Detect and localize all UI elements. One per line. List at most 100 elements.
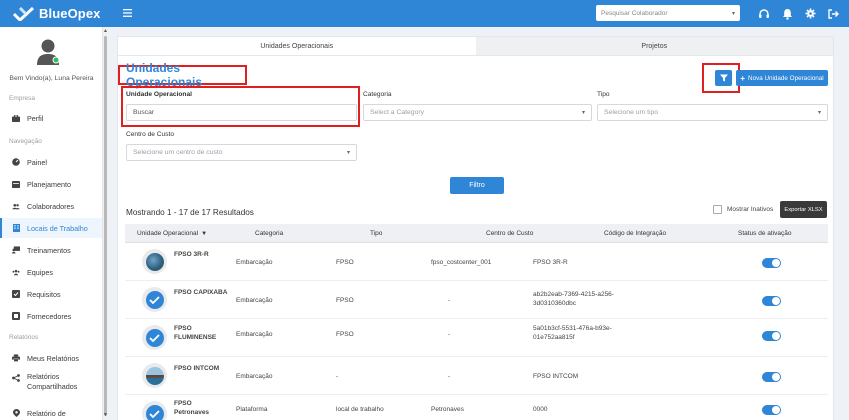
unit-codigo: 0000: [533, 406, 548, 413]
brand[interactable]: BlueOpex: [13, 6, 123, 21]
unit-name-line2: Petronaves: [174, 409, 210, 416]
sidebar-item-meus-relatorios[interactable]: Meus Relatórios: [0, 348, 102, 368]
chevron-down-icon: ▾: [731, 10, 735, 17]
building-icon: [12, 224, 20, 232]
table-row[interactable]: FPSO FLUMINENSE Embarcação FPSO - 5a01b3…: [125, 319, 828, 357]
unit-centro: fpso_costcenter_001: [431, 259, 492, 266]
table-row[interactable]: FPSO CAPIXABA Embarcação FPSO - ab2b2eab…: [125, 281, 828, 319]
team-icon: [12, 268, 20, 276]
search-placeholder: Pesquisar Colaborador: [601, 9, 668, 17]
support-icon[interactable]: [757, 7, 771, 21]
unidade-search-input[interactable]: Buscar: [126, 104, 357, 121]
main-card: Unidades Operacionais Projetos Unidades …: [117, 36, 834, 420]
unit-centro: -: [448, 373, 451, 380]
scroll-down-icon[interactable]: ▼: [103, 412, 108, 418]
sidebar-item-label: Locais de Trabalho: [27, 223, 88, 233]
export-xlsx-button[interactable]: Exportar XLSX: [780, 201, 827, 218]
unit-tipo: local de trabalho: [336, 406, 384, 413]
table-row[interactable]: FPSO INTCOM Embarcação - - FPSO INTCOM: [125, 357, 828, 395]
scroll-up-icon[interactable]: ▲: [103, 28, 108, 34]
users-icon: [12, 202, 20, 210]
logo-icon: [149, 295, 160, 304]
sidebar-item-relatorios-compartilhados[interactable]: Relatórios Compartilhados: [0, 370, 102, 396]
sidebar-item-treinamentos[interactable]: Treinamentos: [0, 240, 102, 260]
unit-codigo-line2: 01e752aa815f: [533, 334, 575, 341]
sidebar-item-perfil[interactable]: Perfil: [0, 108, 102, 128]
table-row[interactable]: FPSO 3R-R Embarcação FPSO fpso_costcente…: [125, 243, 828, 281]
new-unit-button[interactable]: + Nova Unidade Operacional: [736, 70, 828, 86]
briefcase-icon: [12, 114, 20, 122]
unit-tipo: FPSO: [336, 259, 354, 266]
sidebar-item-label: Relatórios: [27, 372, 60, 381]
tab-unidades-operacionais[interactable]: Unidades Operacionais: [118, 37, 476, 55]
unit-categoria: Embarcação: [236, 259, 273, 266]
table-row[interactable]: FPSO Petronaves Plataforma local de trab…: [125, 395, 828, 420]
bell-icon[interactable]: [780, 7, 794, 21]
sidebar-item-painel[interactable]: Painel: [0, 152, 102, 172]
page-title: Unidades Operacionais: [126, 61, 203, 89]
gear-icon[interactable]: [803, 7, 817, 21]
status-toggle[interactable]: [762, 296, 781, 306]
tipo-label: Tipo: [597, 91, 610, 98]
sidebar-item-label: Planejamento: [27, 179, 71, 189]
unit-codigo-line2: 3d0310360dbc: [533, 300, 577, 307]
show-inactive-toggle[interactable]: Mostrar Inativos: [713, 205, 773, 214]
unit-tipo: FPSO: [336, 297, 354, 304]
status-toggle[interactable]: [762, 372, 781, 382]
logo-icon: [13, 6, 35, 21]
results-count: Mostrando 1 - 17 de 17 Resultados: [126, 208, 254, 217]
apply-filter-button[interactable]: Filtro: [450, 177, 504, 194]
avatar[interactable]: [36, 38, 60, 66]
unit-name: FPSO: [174, 400, 192, 407]
sidebar-item-label: Colaboradores: [27, 201, 75, 211]
unit-codigo: FPSO INTCOM: [533, 373, 579, 380]
sidebar-item-requisitos[interactable]: Requisitos: [0, 284, 102, 304]
printer-icon: [12, 354, 20, 362]
unit-name: FPSO INTCOM: [174, 365, 220, 372]
sidebar-scrollbar-thumb[interactable]: [104, 36, 107, 416]
funnel-icon: [719, 74, 728, 82]
top-bar: BlueOpex Pesquisar Colaborador ▾: [0, 0, 849, 27]
unit-name: FPSO 3R-R: [174, 251, 209, 258]
centro-select[interactable]: Selecione um centro de custo ▾: [126, 144, 357, 161]
sidebar-item-fornecedores[interactable]: Fornecedores: [0, 306, 102, 326]
sidebar-item-colaboradores[interactable]: Colaboradores: [0, 196, 102, 216]
supplier-icon: [12, 312, 20, 320]
sidebar-item-locais-de-trabalho[interactable]: Locais de Trabalho: [0, 218, 102, 238]
col-categoria: Categoria: [255, 230, 284, 237]
menu-toggle-icon[interactable]: [123, 8, 132, 20]
calendar-icon: [12, 180, 20, 188]
sidebar-item-label: Meus Relatórios: [27, 353, 79, 363]
sidebar-item-equipes[interactable]: Equipes: [0, 262, 102, 282]
show-inactive-checkbox[interactable]: [713, 205, 722, 214]
new-unit-label: Nova Unidade Operacional: [748, 74, 824, 82]
status-toggle[interactable]: [762, 405, 781, 415]
categoria-select[interactable]: Select a Category ▾: [363, 104, 592, 121]
tab-projetos[interactable]: Projetos: [475, 37, 833, 55]
share-icon: [12, 374, 20, 382]
chevron-down-icon: ▾: [817, 110, 821, 116]
sidebar-item-planejamento[interactable]: Planejamento: [0, 174, 102, 194]
show-inactive-label: Mostrar Inativos: [727, 206, 774, 213]
pin-icon: [12, 409, 20, 417]
col-unidade[interactable]: Unidade Operacional ▼: [137, 224, 207, 243]
unidade-search-placeholder: Buscar: [133, 109, 155, 116]
col-centro: Centro de Custo: [486, 230, 534, 237]
sidebar-item-relatorio-de[interactable]: Relatório de: [0, 403, 102, 420]
status-toggle[interactable]: [762, 331, 781, 341]
tipo-select[interactable]: Selecione um tipo ▾: [597, 104, 828, 121]
sidebar-item-label: Relatório de: [27, 408, 66, 418]
logout-icon[interactable]: [826, 7, 840, 21]
unit-centro: -: [448, 297, 451, 304]
sidebar-item-label: Requisitos: [27, 289, 61, 299]
brand-name: BlueOpex: [39, 6, 101, 21]
col-codigo: Código de Integração: [604, 230, 667, 237]
employee-search-select[interactable]: Pesquisar Colaborador ▾: [596, 5, 740, 21]
filter-toggle-button[interactable]: [715, 70, 732, 86]
section-relatorios: Relatórios: [9, 334, 39, 341]
status-toggle[interactable]: [762, 258, 781, 268]
sidebar-item-label: Painel: [27, 157, 47, 167]
unit-name: FPSO: [174, 325, 192, 332]
unit-codigo: 5a01b3cf-5531-476a-b93e-: [533, 325, 612, 332]
centro-placeholder: Selecione um centro de custo: [133, 149, 223, 156]
